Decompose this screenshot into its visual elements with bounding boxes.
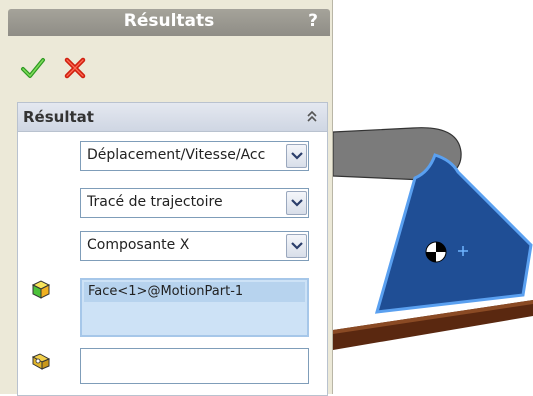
beam-part — [333, 300, 533, 350]
chevron-down-icon — [291, 242, 303, 250]
chevron-down-icon — [291, 152, 303, 160]
dropdown-arrow-button[interactable] — [286, 144, 307, 168]
result-subcategory-dropdown[interactable]: Tracé de trajectoire — [80, 188, 309, 218]
panel-title: Résultats — [123, 11, 215, 31]
dropdown-arrow-button[interactable] — [286, 191, 307, 215]
dropdown-value: Composante X — [87, 237, 190, 253]
help-button[interactable]: ? — [308, 11, 318, 31]
reference-part-icon — [31, 353, 51, 370]
face-selection-cube-icon — [31, 280, 51, 299]
property-manager-panel: Résultats ? Résultat Déplacement/Vitesse… — [0, 0, 333, 396]
face-selection-list[interactable]: Face<1>@MotionPart-1 — [80, 278, 309, 337]
title-bar: Résultats ? — [8, 9, 330, 36]
double-chevron-up-icon[interactable] — [305, 109, 319, 123]
graphics-viewport[interactable] — [333, 0, 533, 394]
section-title: Résultat — [23, 108, 94, 126]
dropdown-value: Déplacement/Vitesse/Acc — [87, 147, 266, 163]
red-x-icon[interactable] — [62, 55, 88, 81]
dropdown-arrow-button[interactable] — [286, 234, 307, 258]
chevron-down-icon — [291, 199, 303, 207]
list-item[interactable]: Face<1>@MotionPart-1 — [84, 282, 305, 302]
dropdown-value: Tracé de trajectoire — [87, 194, 223, 210]
green-check-icon[interactable] — [20, 55, 46, 81]
result-component-dropdown[interactable]: Composante X — [80, 231, 309, 261]
section-header[interactable]: Résultat — [18, 103, 327, 132]
result-section: Résultat Déplacement/Vitesse/Acc Tracé d… — [17, 102, 328, 396]
result-category-dropdown[interactable]: Déplacement/Vitesse/Acc — [80, 141, 309, 171]
reference-input[interactable] — [80, 348, 309, 384]
